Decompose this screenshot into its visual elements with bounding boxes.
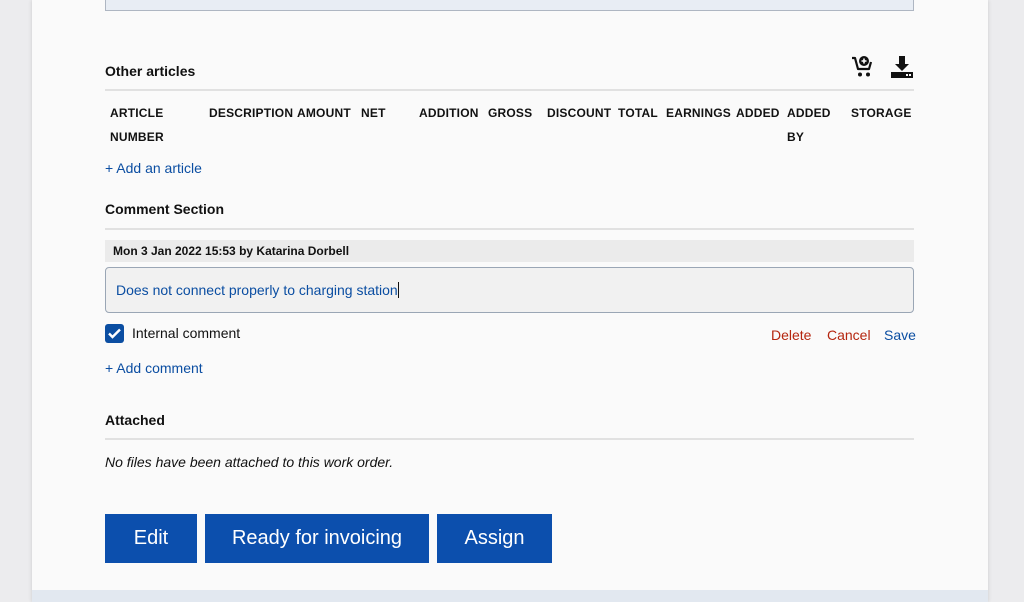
ready-for-invoicing-button[interactable]: Ready for invoicing	[205, 514, 429, 563]
delete-comment-link[interactable]: Delete	[771, 327, 811, 343]
column-description[interactable]: DESCRIPTION	[209, 101, 293, 125]
assign-button[interactable]: Assign	[437, 514, 552, 563]
column-discount[interactable]: DISCOUNT	[547, 101, 611, 125]
column-storage[interactable]: STORAGE	[851, 101, 912, 125]
column-net[interactable]: NET	[361, 101, 386, 125]
comment-input[interactable]: Does not connect properly to charging st…	[105, 267, 914, 313]
internal-comment-label[interactable]: Internal comment	[132, 325, 240, 341]
attached-divider	[105, 438, 914, 440]
no-files-note: No files have been attached to this work…	[105, 454, 394, 470]
download-icon[interactable]	[890, 55, 914, 79]
column-earnings[interactable]: EARNINGS	[666, 101, 731, 125]
cancel-comment-link[interactable]: Cancel	[827, 327, 871, 343]
column-gross[interactable]: GROSS	[488, 101, 532, 125]
attached-title: Attached	[105, 412, 165, 428]
column-total[interactable]: TOTAL	[618, 101, 658, 125]
comment-meta: Mon 3 Jan 2022 15:53 by Katarina Dorbell	[105, 240, 914, 262]
internal-comment-checkbox[interactable]	[105, 324, 124, 343]
other-articles-divider	[105, 89, 914, 91]
comment-text: Does not connect properly to charging st…	[116, 282, 398, 298]
column-added[interactable]: ADDED	[736, 101, 780, 125]
text-caret	[397, 282, 399, 298]
comment-section-title: Comment Section	[105, 201, 225, 217]
column-amount[interactable]: AMOUNT	[297, 101, 351, 125]
edit-button[interactable]: Edit	[105, 514, 197, 563]
work-order-panel: Other articles ARTICLE NUMBER DESCRIPTIO…	[32, 0, 988, 602]
add-article-link[interactable]: + Add an article	[105, 160, 202, 176]
column-added-by[interactable]: ADDED BY	[787, 101, 837, 149]
add-comment-link[interactable]: + Add comment	[105, 360, 203, 376]
footer-band	[32, 590, 988, 602]
cart-add-icon[interactable]	[851, 55, 875, 79]
column-article-number[interactable]: ARTICLE NUMBER	[110, 101, 180, 149]
checkmark-icon	[108, 328, 121, 339]
previous-section-box	[105, 0, 914, 11]
save-comment-link[interactable]: Save	[884, 327, 916, 343]
other-articles-title: Other articles	[105, 63, 196, 79]
comment-section-divider	[105, 228, 914, 230]
column-addition[interactable]: ADDITION	[419, 101, 479, 125]
